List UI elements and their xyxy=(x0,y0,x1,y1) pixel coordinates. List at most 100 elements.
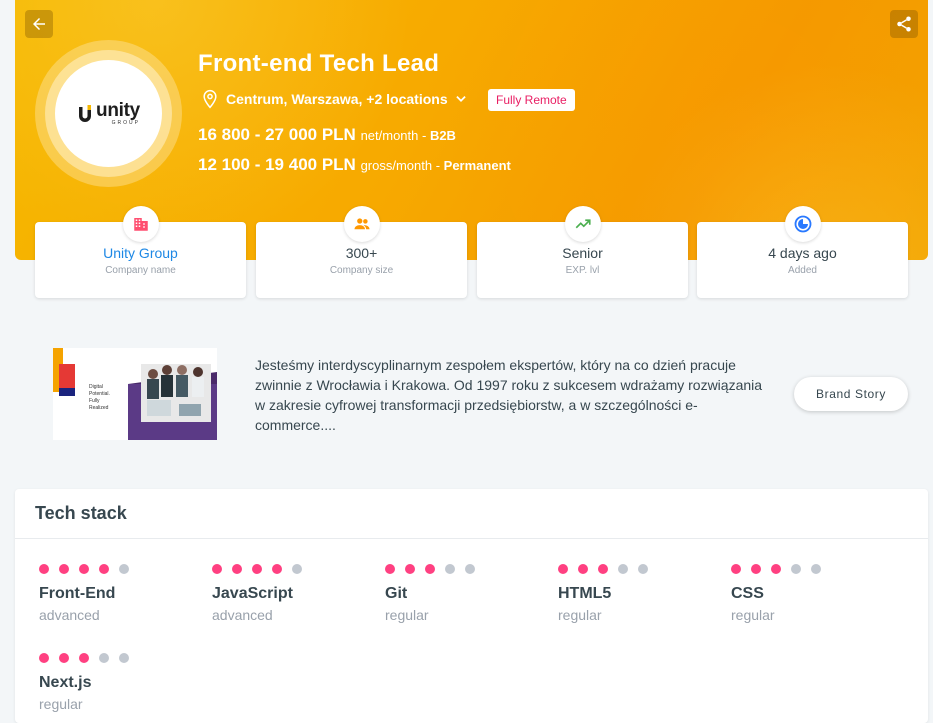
location-dropdown[interactable]: Centrum, Warszawa, +2 locations xyxy=(200,89,468,109)
salary-perm-type: Permanent xyxy=(443,158,511,173)
promo-line: Potential. xyxy=(89,391,110,397)
unity-logo-mark-icon xyxy=(79,104,92,122)
skill-level: advanced xyxy=(39,607,100,623)
salary-b2b: 16 800 - 27 000 PLN net/month - B2B xyxy=(198,125,456,145)
rating-dot-filled xyxy=(272,564,282,574)
tech-stack-section: Tech stack Front-End advanced JavaScript… xyxy=(15,489,928,723)
stat-label: EXP. lvl xyxy=(565,265,600,276)
rating-dot-filled xyxy=(598,564,608,574)
stat-company-size: 300+ Company size xyxy=(256,206,467,298)
skill-level: regular xyxy=(558,607,602,623)
salary-permanent: 12 100 - 19 400 PLN gross/month - Perman… xyxy=(198,155,511,175)
logo-sub: GROUP xyxy=(111,120,140,126)
promo-line: Fully xyxy=(89,398,100,404)
rating-dot-empty xyxy=(99,653,109,663)
rating-dot-filled xyxy=(39,564,49,574)
rating-dot-filled xyxy=(232,564,242,574)
rating-dot-empty xyxy=(791,564,801,574)
salary-perm-unit: gross/month - xyxy=(360,158,444,173)
skill-name: HTML5 xyxy=(558,585,612,602)
skill-rating xyxy=(39,653,199,663)
people-icon xyxy=(354,218,369,230)
skill-item: Next.js regular xyxy=(39,653,199,712)
rating-dot-empty xyxy=(465,564,475,574)
promo-line: Realized xyxy=(89,405,109,411)
rating-dot-filled xyxy=(425,564,435,574)
promo-photo: Digital Potential. Fully Realized xyxy=(53,348,217,440)
logo-word: unity xyxy=(96,100,140,121)
rating-dot-filled xyxy=(59,653,69,663)
skill-rating xyxy=(39,564,199,574)
rating-dot-filled xyxy=(99,564,109,574)
location-text: Centrum, Warszawa, +2 locations xyxy=(226,91,448,107)
clock-icon xyxy=(794,215,811,233)
skill-rating xyxy=(212,564,372,574)
stat-experience: Senior EXP. lvl xyxy=(477,206,688,298)
salary-perm-range: 12 100 - 19 400 PLN xyxy=(198,155,356,174)
stat-label: Added xyxy=(788,265,817,276)
stat-label: Company name xyxy=(105,265,176,276)
company-name-link[interactable]: Unity Group xyxy=(35,245,246,261)
brand-story-button[interactable]: Brand Story xyxy=(794,377,908,411)
building-icon xyxy=(133,218,148,231)
rating-dot-empty xyxy=(119,564,129,574)
rating-dot-filled xyxy=(771,564,781,574)
rating-dot-filled xyxy=(39,653,49,663)
stat-value: 300+ xyxy=(345,245,378,261)
rating-dot-empty xyxy=(618,564,628,574)
rating-dot-filled xyxy=(751,564,761,574)
skill-level: regular xyxy=(731,607,775,623)
rating-dot-filled xyxy=(405,564,415,574)
rating-dot-empty xyxy=(292,564,302,574)
remote-badge: Fully Remote xyxy=(488,89,575,111)
skill-name: Git xyxy=(385,585,408,602)
skill-name: CSS xyxy=(731,585,764,602)
skill-item: Git regular xyxy=(385,564,545,623)
company-description: Jesteśmy interdyscyplinarnym zespołem ek… xyxy=(255,357,763,433)
rating-dot-filled xyxy=(558,564,568,574)
stat-label: Company size xyxy=(329,265,394,276)
location-pin-icon xyxy=(203,89,217,109)
rating-dot-empty xyxy=(445,564,455,574)
job-title: Front-end Tech Lead xyxy=(198,50,440,77)
share-icon xyxy=(897,16,911,32)
tech-stack-title: Tech stack xyxy=(15,489,928,539)
rating-dot-filled xyxy=(212,564,222,574)
stat-value: Senior xyxy=(562,245,603,261)
skill-rating xyxy=(731,564,891,574)
stat-company-name[interactable]: Unity Group Company name xyxy=(35,206,246,298)
skill-item: JavaScript advanced xyxy=(212,564,372,623)
promo-line: Digital xyxy=(89,384,103,390)
stat-added: 4 days ago Added xyxy=(697,206,908,298)
skill-level: regular xyxy=(385,607,429,623)
rating-dot-filled xyxy=(252,564,262,574)
rating-dot-empty xyxy=(811,564,821,574)
skill-name: Front-End xyxy=(39,585,116,602)
skill-item: CSS regular xyxy=(731,564,891,623)
skill-name: JavaScript xyxy=(212,585,293,602)
rating-dot-filled xyxy=(79,564,89,574)
rating-dot-filled xyxy=(578,564,588,574)
back-button[interactable] xyxy=(25,10,53,38)
salary-b2b-range: 16 800 - 27 000 PLN xyxy=(198,125,356,144)
stat-value: 4 days ago xyxy=(768,245,837,261)
skill-level: advanced xyxy=(212,607,273,623)
rating-dot-filled xyxy=(731,564,741,574)
skill-name: Next.js xyxy=(39,674,92,691)
rating-dot-filled xyxy=(385,564,395,574)
trending-up-icon xyxy=(575,219,591,229)
chevron-down-icon xyxy=(455,96,466,102)
rating-dot-empty xyxy=(638,564,648,574)
company-promo-image[interactable]: Digital Potential. Fully Realized xyxy=(53,348,217,440)
skill-item: Front-End advanced xyxy=(39,564,199,623)
salary-b2b-unit: net/month - xyxy=(360,128,430,143)
rating-dot-empty xyxy=(119,653,129,663)
company-logo[interactable]: unity GROUP xyxy=(35,40,182,187)
skill-rating xyxy=(558,564,718,574)
skill-rating xyxy=(385,564,545,574)
rating-dot-filled xyxy=(59,564,69,574)
arrow-left-icon xyxy=(33,18,45,30)
salary-b2b-type: B2B xyxy=(429,128,456,143)
share-button[interactable] xyxy=(890,10,918,38)
rating-dot-filled xyxy=(79,653,89,663)
